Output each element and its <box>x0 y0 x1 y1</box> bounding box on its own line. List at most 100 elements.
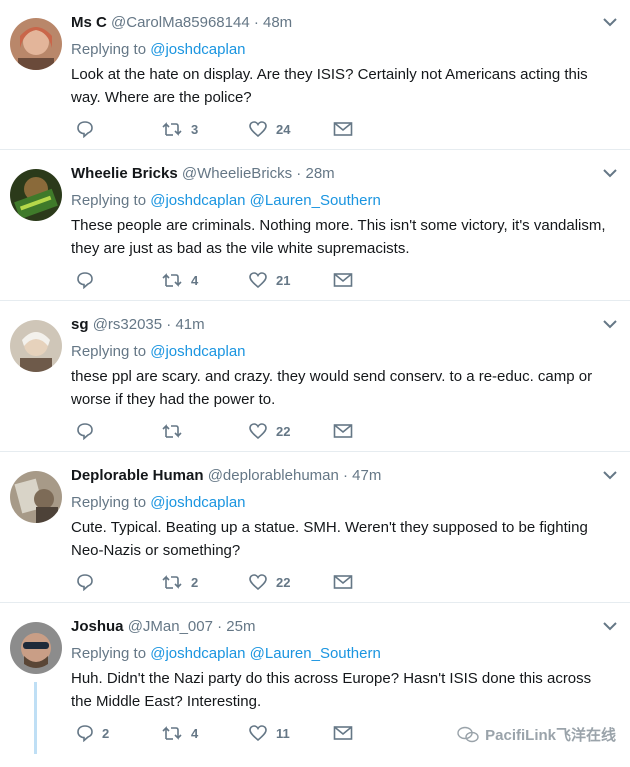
handle-and-time[interactable]: @CarolMa85968144 · 48m <box>111 14 292 31</box>
reply-icon <box>77 725 93 742</box>
handle-and-time[interactable]: @JMan_007 · 25m <box>128 618 256 635</box>
retweet-icon <box>162 122 182 136</box>
chevron-down-icon[interactable] <box>602 469 618 481</box>
display-name[interactable]: Joshua <box>71 618 124 635</box>
like-button[interactable]: 22 <box>248 419 290 443</box>
retweet-button[interactable]: 4 <box>161 268 198 292</box>
direct-message-button[interactable] <box>333 117 353 141</box>
reply-button[interactable] <box>76 419 102 443</box>
tweet[interactable]: Deplorable Human @deplorablehuman · 47m … <box>0 453 630 603</box>
envelope-icon <box>333 273 353 287</box>
retweet-button[interactable] <box>161 419 191 443</box>
replying-to: Replying to @joshdcaplan <box>71 343 246 360</box>
replying-to: Replying to @joshdcaplan @Lauren_Souther… <box>71 192 381 209</box>
replying-label: Replying to <box>71 645 147 662</box>
replying-label: Replying to <box>71 192 147 209</box>
envelope-icon <box>333 575 353 589</box>
envelope-icon <box>333 726 353 740</box>
retweet-icon <box>162 273 182 287</box>
chevron-down-icon[interactable] <box>602 318 618 330</box>
tweet-text: Look at the hate on display. Are they IS… <box>71 66 588 106</box>
mention-link[interactable]: @joshdcaplan @Lauren_Southern <box>150 192 381 209</box>
handle-and-time[interactable]: @rs32035 · 41m <box>93 316 205 333</box>
heart-icon <box>249 121 267 138</box>
tweet-header: Deplorable Human @deplorablehuman · 47m <box>71 467 381 484</box>
replying-to: Replying to @joshdcaplan <box>71 41 246 58</box>
heart-icon <box>249 574 267 591</box>
tweet-text: these ppl are scary. and crazy. they wou… <box>71 368 593 408</box>
watermark-text: PacifiLink飞洋在线 <box>485 727 616 744</box>
retweet-button[interactable]: 2 <box>161 570 198 594</box>
reply-icon <box>77 121 93 138</box>
retweet-count: 4 <box>191 272 199 288</box>
direct-message-button[interactable] <box>333 419 353 443</box>
tweet-header: Joshua @JMan_007 · 25m <box>71 618 255 635</box>
replying-to: Replying to @joshdcaplan @Lauren_Souther… <box>71 645 381 662</box>
like-count: 22 <box>276 574 291 590</box>
like-button[interactable]: 11 <box>248 721 290 745</box>
avatar[interactable] <box>10 169 62 221</box>
tweet-actions: 3 24 <box>71 117 371 141</box>
tweet[interactable]: sg @rs32035 · 41m Replying to @joshdcapl… <box>0 302 630 452</box>
direct-message-button[interactable] <box>333 721 353 745</box>
reply-button[interactable] <box>76 268 102 292</box>
avatar[interactable] <box>10 622 62 674</box>
handle-and-time[interactable]: @WheelieBricks · 28m <box>182 165 335 182</box>
retweet-icon <box>162 726 182 740</box>
display-name[interactable]: Deplorable Human <box>71 467 204 484</box>
retweet-icon <box>162 575 182 589</box>
like-count: 21 <box>276 272 291 288</box>
retweet-count: 2 <box>191 574 199 590</box>
handle-and-time[interactable]: @deplorablehuman · 47m <box>208 467 382 484</box>
like-count: 11 <box>276 725 290 741</box>
like-button[interactable]: 24 <box>248 117 290 141</box>
retweet-icon <box>162 424 182 438</box>
replying-label: Replying to <box>71 343 147 360</box>
avatar[interactable] <box>10 320 62 372</box>
mention-link[interactable]: @joshdcaplan <box>150 343 245 360</box>
direct-message-button[interactable] <box>333 570 353 594</box>
tweet-actions: 22 <box>71 419 371 443</box>
display-name[interactable]: Ms C <box>71 14 107 31</box>
like-count: 22 <box>276 423 291 439</box>
tweet-text: Huh. Didn't the Nazi party do this acros… <box>71 670 592 710</box>
direct-message-button[interactable] <box>333 268 353 292</box>
heart-icon <box>249 725 267 742</box>
display-name[interactable]: sg <box>71 316 89 333</box>
tweet-text: Cute. Typical. Beating up a statue. SMH.… <box>71 519 588 559</box>
like-button[interactable]: 21 <box>248 268 290 292</box>
thread-line <box>34 682 37 754</box>
reply-count: 2 <box>102 725 110 741</box>
like-count: 24 <box>276 121 291 137</box>
retweet-count: 4 <box>191 725 199 741</box>
heart-icon <box>249 423 267 440</box>
heart-icon <box>249 272 267 289</box>
tweet[interactable]: Ms C @CarolMa85968144 · 48m Replying to … <box>0 0 630 150</box>
reply-button[interactable] <box>76 117 102 141</box>
chevron-down-icon[interactable] <box>602 16 618 28</box>
tweet-actions: 2 22 <box>71 570 371 594</box>
tweet-actions: 2 4 11 <box>71 721 371 745</box>
replying-to: Replying to @joshdcaplan <box>71 494 246 511</box>
mention-link[interactable]: @joshdcaplan <box>150 41 245 58</box>
chevron-down-icon[interactable] <box>602 620 618 632</box>
reply-button[interactable] <box>76 570 102 594</box>
tweet-header: Ms C @CarolMa85968144 · 48m <box>71 14 292 31</box>
reply-icon <box>77 423 93 440</box>
tweet[interactable]: Wheelie Bricks @WheelieBricks · 28m Repl… <box>0 151 630 301</box>
like-button[interactable]: 22 <box>248 570 290 594</box>
mention-link[interactable]: @joshdcaplan <box>150 494 245 511</box>
replying-label: Replying to <box>71 494 147 511</box>
wechat-logo-icon <box>457 726 479 742</box>
retweet-button[interactable]: 4 <box>161 721 198 745</box>
tweet-actions: 4 21 <box>71 268 371 292</box>
tweet-text: These people are criminals. Nothing more… <box>71 217 606 257</box>
avatar[interactable] <box>10 18 62 70</box>
mention-link[interactable]: @joshdcaplan @Lauren_Southern <box>150 645 381 662</box>
reply-button[interactable]: 2 <box>76 721 109 745</box>
envelope-icon <box>333 424 353 438</box>
display-name[interactable]: Wheelie Bricks <box>71 165 178 182</box>
retweet-button[interactable]: 3 <box>161 117 198 141</box>
chevron-down-icon[interactable] <box>602 167 618 179</box>
avatar[interactable] <box>10 471 62 523</box>
